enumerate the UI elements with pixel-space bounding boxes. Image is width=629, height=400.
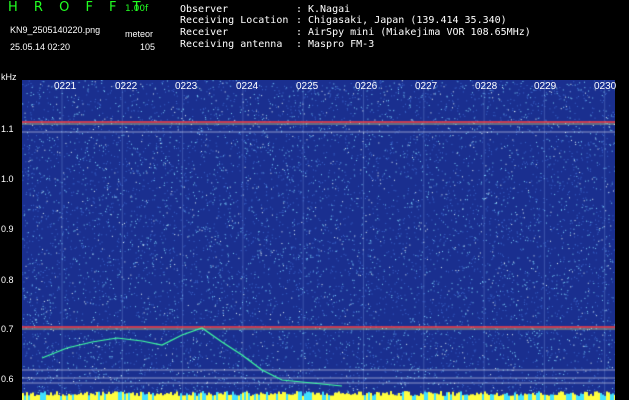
x-tick-label: 0230 xyxy=(594,81,617,92)
y-tick-label: 0.8 xyxy=(1,275,14,285)
location-colon: : xyxy=(296,15,303,26)
y-tick-label: 1.0 xyxy=(1,174,14,184)
y-tick-label: 1.1 xyxy=(1,124,14,134)
x-tick-label: 0229 xyxy=(534,81,557,92)
location-label: Receiving Location xyxy=(180,15,289,26)
datetime-label: 25.05.14 02:20 xyxy=(10,42,71,52)
receiver-value: AirSpy mini (Miakejima VOR 108.65MHz) xyxy=(308,27,531,38)
receiver-colon: : xyxy=(296,27,303,38)
y-axis-unit: kHz xyxy=(1,72,17,82)
file-name: KN9_2505140220.png xyxy=(10,25,101,35)
y-tick-label: 0.7 xyxy=(1,324,14,334)
receiver-label: Receiver xyxy=(180,27,229,38)
app-version: 1.00f xyxy=(125,4,149,14)
x-tick-label: 0221 xyxy=(54,81,77,92)
location-value: Chigasaki, Japan (139.414 35.340) xyxy=(308,15,507,26)
antenna-colon: : xyxy=(296,39,303,50)
mode-label: meteor xyxy=(125,29,154,39)
x-tick-label: 0227 xyxy=(415,81,438,92)
x-tick-label: 0228 xyxy=(475,81,498,92)
x-tick-label: 0225 xyxy=(296,81,319,92)
spectrogram-canvas xyxy=(22,80,615,400)
meteor-count: 105 xyxy=(140,42,156,52)
x-tick-label: 0226 xyxy=(355,81,378,92)
header-panel: H R O F F T 1.00f KN9_2505140220.png met… xyxy=(0,0,629,78)
x-tick-label: 0222 xyxy=(115,81,138,92)
antenna-label: Receiving antenna xyxy=(180,39,283,50)
y-tick-label: 0.9 xyxy=(1,224,14,234)
y-tick-label: 0.6 xyxy=(1,374,14,384)
x-tick-label: 0224 xyxy=(236,81,259,92)
antenna-value: Maspro FM-3 xyxy=(308,39,375,50)
x-tick-label: 0223 xyxy=(175,81,198,92)
